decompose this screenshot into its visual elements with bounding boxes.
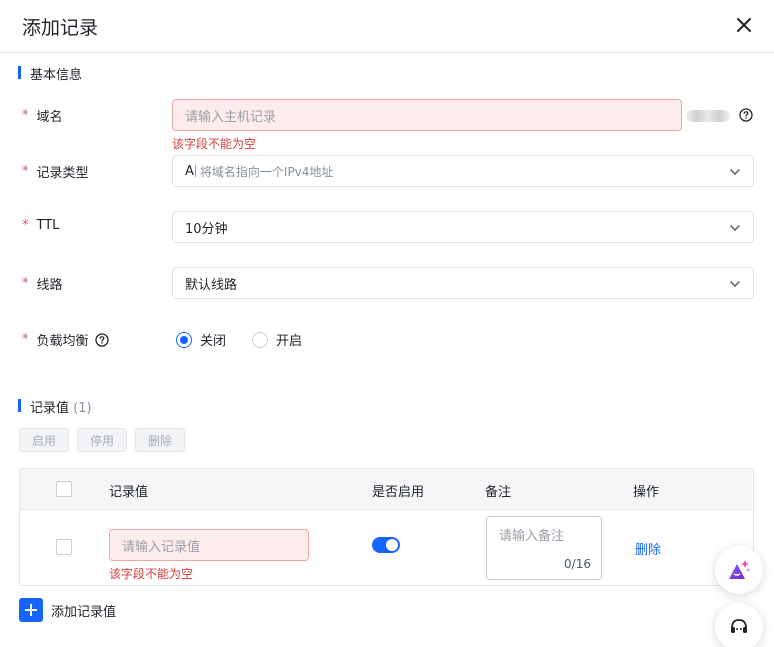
column-header-action: 操作 [633,485,660,500]
delete-button[interactable]: 删除 [135,428,185,452]
radio-on-label: 开启 [276,334,303,349]
chevron-down-icon [730,281,740,288]
add-record-label: 添加记录值 [51,604,117,620]
customer-service-button[interactable] [715,603,763,647]
help-icon[interactable] [94,332,109,347]
line-value: 默认线路 [185,277,238,293]
required-mark: * [22,218,29,233]
help-icon[interactable] [739,108,753,122]
section-title-text: 记录值 [30,401,70,416]
required-mark: * [22,276,29,291]
row-delete-link[interactable]: 删除 [635,539,661,558]
column-header-enabled: 是否启用 [372,485,425,500]
record-value-error: 该字段不能为空 [109,567,194,581]
ttl-label-text: TTL [36,218,60,233]
records-table: 记录值 是否启用 备注 操作 请输入记录值 该字段不能为空 请输入备注 0/16… [19,468,754,586]
column-header-remark: 备注 [485,485,512,500]
cursor-divider [194,165,196,177]
remark-textarea[interactable]: 请输入备注 0/16 [486,516,602,580]
record-type-label: * 记录类型 [22,162,89,181]
enable-button[interactable]: 启用 [19,428,69,452]
column-header-value: 记录值 [109,485,149,500]
record-count: (1) [73,401,92,416]
required-mark: * [22,108,29,123]
ai-assistant-button[interactable] [715,546,763,594]
dialog-header: 添加记录 [0,0,774,53]
load-balance-label: * 负载均衡 [22,330,109,349]
remark-counter: 0/16 [564,557,591,571]
record-value-input[interactable]: 请输入记录值 [109,529,309,561]
radio-on[interactable]: 开启 [252,330,302,349]
required-mark: * [22,332,29,347]
domain-label-text: 域名 [36,110,63,125]
ai-assistant-icon [729,560,750,579]
line-label-text: 线路 [36,278,63,293]
add-record-button[interactable]: 添加记录值 [19,598,116,622]
record-value-placeholder: 请输入记录值 [122,539,201,555]
ttl-select[interactable]: 10分钟 [172,211,754,243]
row-checkbox[interactable] [56,539,72,555]
line-label: * 线路 [22,274,63,293]
domain-placeholder: 请输入主机记录 [185,109,277,125]
radio-off[interactable]: 关闭 [176,330,226,349]
domain-label: * 域名 [22,106,63,125]
customer-service-icon [731,619,747,633]
select-all-checkbox[interactable] [56,481,72,497]
radio-off-label: 关闭 [200,334,227,349]
load-balance-label-text: 负载均衡 [36,334,89,349]
radio-dot [176,331,192,348]
record-type-select[interactable]: A 将域名指向一个IPv4地址 [172,155,754,187]
domain-input[interactable]: 请输入主机记录 [172,99,682,131]
dialog-title: 添加记录 [22,17,99,39]
domain-suffix-blurred [686,110,730,122]
chevron-down-icon [730,169,740,176]
close-icon[interactable] [734,15,754,35]
record-type-value: A [185,163,194,179]
section-title-basic: 基本信息 [18,64,82,83]
required-mark: * [22,164,29,179]
ttl-value: 10分钟 [185,221,228,237]
record-type-hint: 将域名指向一个IPv4地址 [199,164,334,179]
disable-button[interactable]: 停用 [77,428,127,452]
radio-dot [252,331,268,348]
ttl-label: * TTL [22,218,59,233]
section-title-records: 记录值 (1) [18,397,92,416]
domain-error: 该字段不能为空 [172,137,257,151]
section-title-text: 基本信息 [30,68,83,83]
record-type-label-text: 记录类型 [36,166,89,181]
table-header: 记录值 是否启用 备注 操作 [20,469,753,510]
plus-icon [19,598,43,622]
remark-placeholder: 请输入备注 [499,529,565,544]
chevron-down-icon [730,225,740,232]
enabled-toggle[interactable] [372,537,400,553]
line-select[interactable]: 默认线路 [172,267,754,299]
